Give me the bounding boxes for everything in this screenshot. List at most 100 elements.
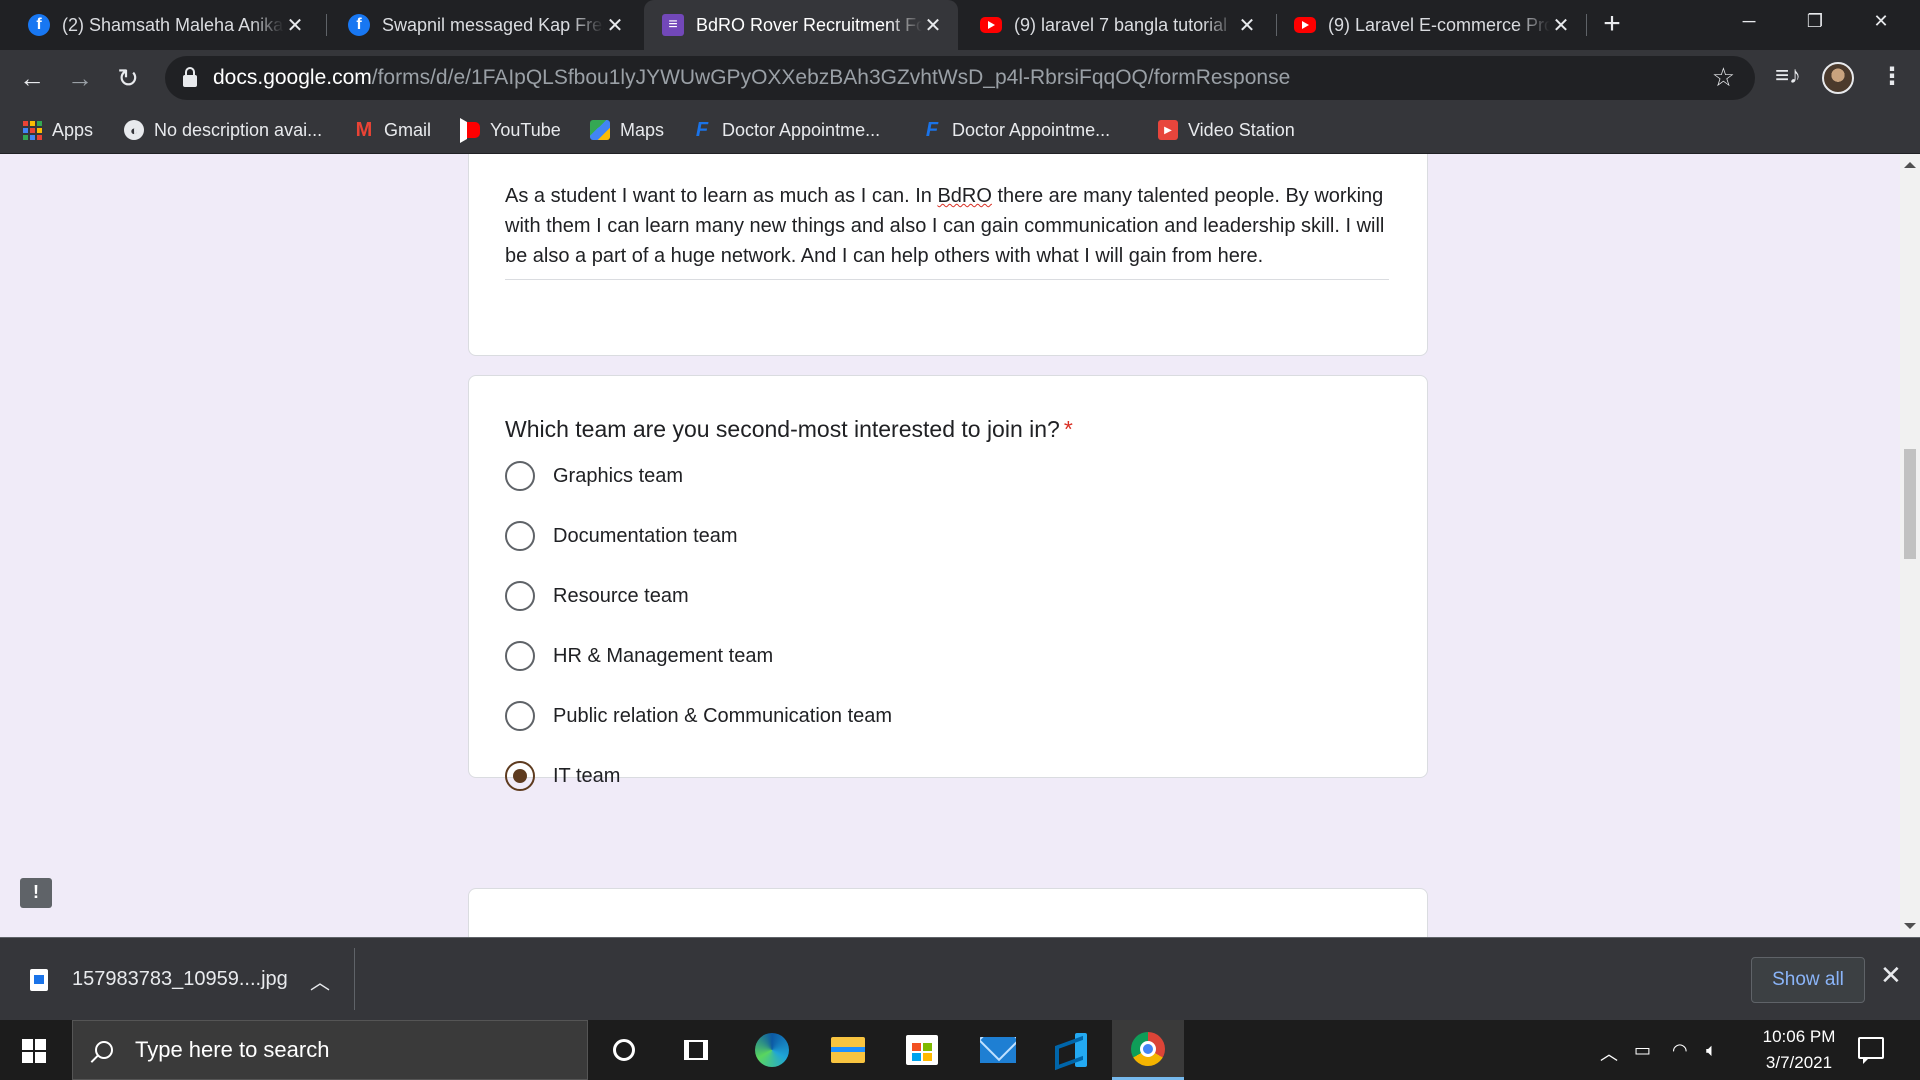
show-hidden-icons-chevron-icon[interactable]: ︿ (1600, 1040, 1618, 1066)
url-text[interactable]: docs.google.com/forms/d/e/1FAIpQLSfbou1l… (213, 66, 1290, 90)
volume-icon[interactable]: 🔈︎ (1706, 1040, 1717, 1061)
restore-button[interactable]: ❐ (1786, 0, 1844, 42)
download-item[interactable]: 157983783_10959....jpg (30, 938, 288, 1021)
close-window-button[interactable]: ✕ (1852, 0, 1910, 42)
file-explorer-app[interactable] (812, 1020, 884, 1080)
bookmark-maps[interactable]: Maps (590, 106, 664, 154)
doctor-icon: F (925, 118, 939, 141)
wifi-icon[interactable]: ◠ (1672, 1040, 1688, 1061)
bookmark-doctor-appointment-2[interactable]: F Doctor Appointme... (922, 106, 1110, 154)
bookmark-doctor-appointment-1[interactable]: F Doctor Appointme... (692, 106, 880, 154)
scroll-up-arrow-icon[interactable] (1904, 162, 1916, 168)
radio-button[interactable] (505, 581, 535, 611)
option-resource-team[interactable]: Resource team (505, 576, 689, 616)
chrome-app[interactable] (1112, 1020, 1184, 1080)
tab-facebook-shamsath[interactable]: f (2) Shamsath Maleha Anika ✕ (10, 0, 320, 50)
image-file-icon (30, 968, 48, 991)
bookmark-apps[interactable]: Apps (22, 106, 93, 154)
lock-icon[interactable] (183, 67, 197, 87)
tab-close-icon[interactable]: ✕ (1550, 13, 1572, 38)
bookmark-label: Doctor Appointme... (952, 119, 1111, 140)
download-divider (354, 948, 355, 1010)
bookmark-star-icon[interactable]: ☆ (1712, 62, 1735, 93)
bookmark-video-station[interactable]: ▶ Video Station (1158, 106, 1295, 154)
store-icon (906, 1035, 938, 1065)
tab-title: Swapnil messaged Kap Frea (382, 14, 604, 35)
reload-button[interactable]: ↻ (110, 60, 146, 96)
tab-close-icon[interactable]: ✕ (1236, 13, 1258, 38)
task-view-button[interactable] (660, 1020, 732, 1080)
tab-title: (9) Laravel E-commerce Pro (1328, 14, 1550, 35)
scroll-down-arrow-icon[interactable] (1904, 923, 1916, 929)
store-app[interactable] (886, 1020, 958, 1080)
forward-button[interactable]: → (62, 60, 98, 96)
tab-close-icon[interactable]: ✕ (604, 13, 626, 38)
option-it-team[interactable]: IT team (505, 756, 620, 796)
taskbar-search-box[interactable]: Type here to search (72, 1020, 588, 1080)
windows-start-icon[interactable] (22, 1039, 46, 1063)
tab-close-icon[interactable]: ✕ (284, 13, 306, 38)
reading-list-icon[interactable]: ≡♪ (1775, 62, 1801, 90)
option-label: Documentation team (553, 524, 738, 547)
tab-youtube-laravel-tutorial[interactable]: (9) laravel 7 bangla tutorial ✕ (962, 0, 1272, 50)
maps-icon (590, 120, 610, 140)
address-bar[interactable]: docs.google.com/forms/d/e/1FAIpQLSfbou1l… (165, 56, 1755, 100)
vscode-app[interactable] (1036, 1020, 1108, 1080)
bookmark-gmail[interactable]: M Gmail (354, 106, 431, 154)
battery-icon[interactable]: ▭ (1634, 1040, 1651, 1061)
bookmark-youtube[interactable]: YouTube (460, 106, 561, 154)
new-tab-button[interactable]: + (1595, 8, 1629, 42)
profile-avatar[interactable] (1822, 62, 1854, 94)
misspelled-word[interactable]: BdRO (937, 185, 991, 207)
radio-button[interactable] (505, 461, 535, 491)
facebook-icon: f (28, 14, 50, 36)
chevron-up-icon[interactable]: ︿ (310, 966, 330, 995)
tab-youtube-laravel-ecommerce[interactable]: (9) Laravel E-commerce Pro ✕ (1276, 0, 1586, 50)
option-graphics-team[interactable]: Graphics team (505, 456, 683, 496)
option-public-relation-team[interactable]: Public relation & Communication team (505, 696, 892, 736)
gmail-icon: M (355, 118, 373, 141)
youtube-icon (980, 17, 1002, 33)
tab-title: (2) Shamsath Maleha Anika (62, 14, 284, 35)
bookmark-label: YouTube (490, 119, 561, 140)
menu-kebab-icon[interactable]: ⋮ (1880, 62, 1904, 91)
download-file-name: 157983783_10959....jpg (72, 968, 288, 990)
tab-divider (326, 14, 327, 36)
cortana-button[interactable] (588, 1020, 660, 1080)
edge-icon (755, 1033, 789, 1067)
scrollbar-thumb[interactable] (1904, 449, 1916, 559)
tab-close-icon[interactable]: ✕ (922, 13, 944, 38)
bookmark-no-description[interactable]: ◐ No description avai... (124, 106, 322, 154)
radio-button-selected[interactable] (505, 761, 535, 791)
minimize-button[interactable]: ─ (1720, 0, 1778, 42)
tab-facebook-swapnil[interactable]: f Swapnil messaged Kap Frea ✕ (330, 0, 640, 50)
option-documentation-team[interactable]: Documentation team (505, 516, 738, 556)
back-button[interactable]: ← (14, 60, 50, 96)
mail-app[interactable] (962, 1020, 1034, 1080)
show-all-button[interactable]: Show all (1751, 957, 1865, 1003)
search-placeholder: Type here to search (135, 1037, 330, 1062)
youtube-icon (1294, 17, 1316, 33)
facebook-icon: f (348, 14, 370, 36)
system-clock[interactable]: 10:06 PM 3/7/2021 (1744, 1024, 1854, 1076)
required-asterisk: * (1063, 416, 1073, 442)
apps-grid-icon (22, 120, 42, 140)
windows-taskbar: Type here to search ︿ ▭ ◠ 🔈︎ 10:06 PM 3/… (0, 1020, 1920, 1080)
answer-text-area[interactable]: As a student I want to learn as much as … (505, 181, 1389, 280)
page-scrollbar[interactable] (1900, 154, 1920, 937)
tab-divider (1586, 14, 1587, 36)
bookmark-label: Gmail (384, 119, 432, 140)
tab-bdro-form[interactable]: ≡ BdRO Rover Recruitment Fo ✕ (644, 0, 958, 50)
edge-app[interactable] (736, 1020, 808, 1080)
notification-center-icon[interactable] (1858, 1037, 1884, 1064)
feedback-icon[interactable]: ! (20, 878, 52, 908)
radio-button[interactable] (505, 641, 535, 671)
bookmarks-bar: Apps ◐ No description avai... M Gmail Yo… (0, 106, 1920, 154)
radio-button[interactable] (505, 521, 535, 551)
video-station-icon: ▶ (1158, 120, 1178, 140)
option-label: Graphics team (553, 464, 684, 487)
download-bar: 157983783_10959....jpg ︿ Show all ✕ (0, 937, 1920, 1020)
close-download-bar-icon[interactable]: ✕ (1880, 960, 1902, 991)
radio-button[interactable] (505, 701, 535, 731)
option-hr-management-team[interactable]: HR & Management team (505, 636, 773, 676)
